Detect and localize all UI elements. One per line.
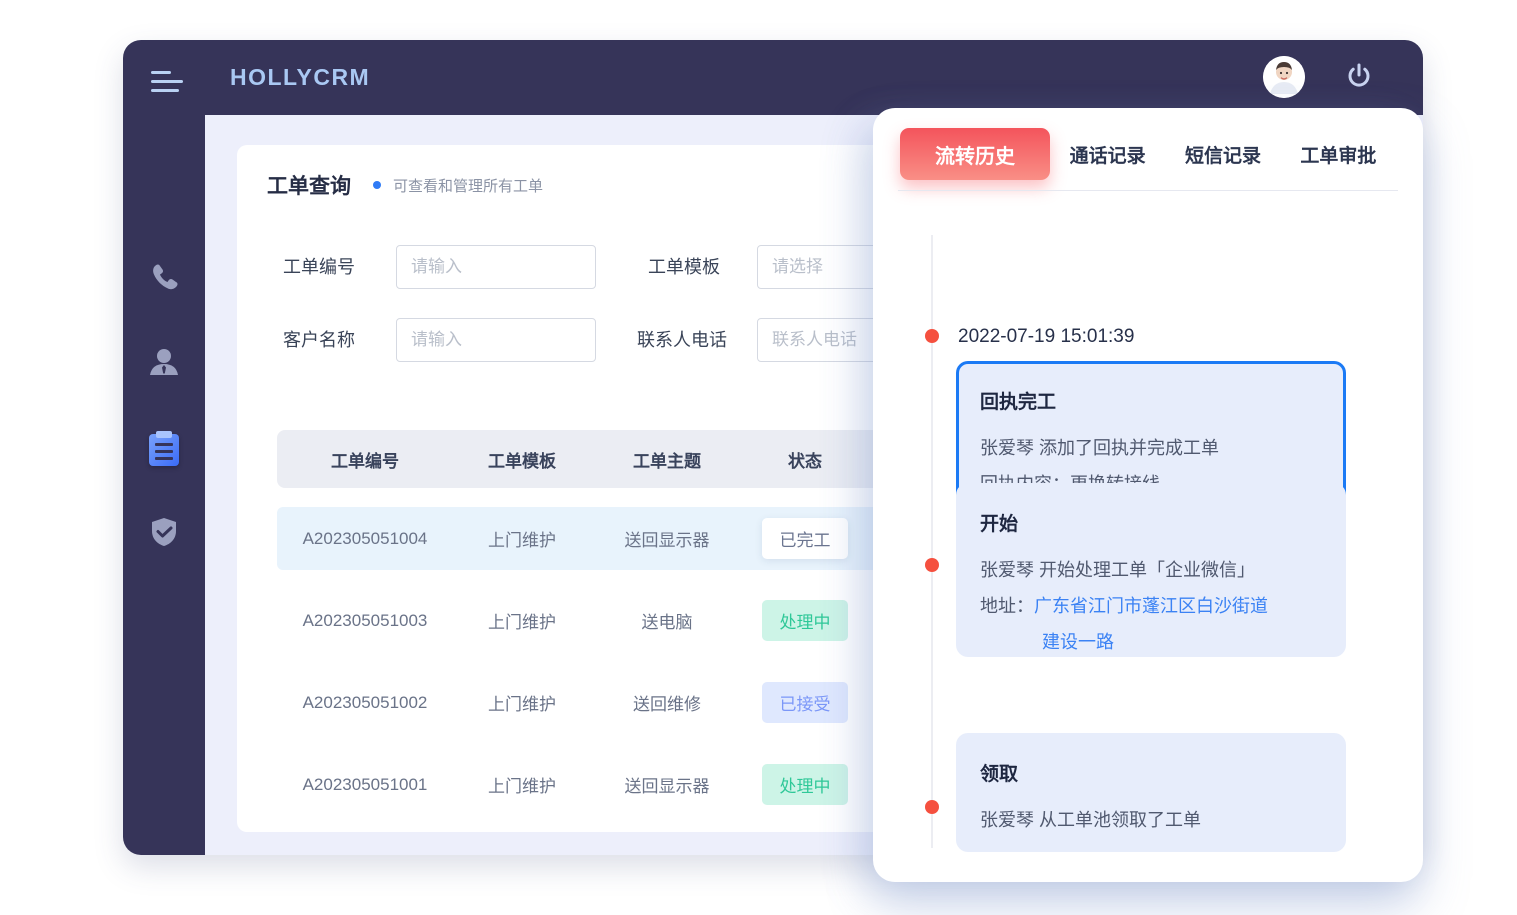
tabs-divider bbox=[898, 190, 1398, 191]
cell-template: 上门维护 bbox=[453, 690, 591, 715]
filter-label-order-id: 工单编号 bbox=[283, 245, 355, 289]
cell-template: 上门维护 bbox=[453, 772, 591, 797]
tab-call-records[interactable]: 通话记录 bbox=[1050, 141, 1165, 168]
filter-label-customer: 客户名称 bbox=[283, 318, 355, 362]
timeline-card-start[interactable]: 开始 张爱琴 开始处理工单「企业微信」 地址：广东省江门市蓬江区白沙街道建设一路 bbox=[956, 483, 1346, 657]
col-header-order-id: 工单编号 bbox=[277, 447, 453, 472]
timeline-dot bbox=[925, 329, 939, 343]
sidebar-item-security[interactable] bbox=[147, 515, 181, 549]
cell-order-id: A202305051004 bbox=[277, 529, 453, 549]
topbar: HOLLYCRM bbox=[123, 40, 1423, 115]
cell-subject: 送回维修 bbox=[591, 690, 743, 715]
status-badge: 已完工 bbox=[762, 518, 848, 559]
timeline-dot bbox=[925, 800, 939, 814]
cell-order-id: A202305051001 bbox=[277, 775, 453, 795]
panel-tabs: 流转历史 通话记录 短信记录 工单审批 bbox=[900, 128, 1396, 180]
timeline-card-claimed[interactable]: 领取 张爱琴 从工单池领取了工单 bbox=[956, 733, 1346, 852]
status-badge: 处理中 bbox=[762, 600, 848, 641]
cell-subject: 送电脑 bbox=[591, 608, 743, 633]
col-header-template: 工单模板 bbox=[453, 447, 591, 472]
sidebar bbox=[123, 115, 205, 855]
address-label: 地址： bbox=[980, 596, 1034, 616]
cell-order-id: A202305051003 bbox=[277, 611, 453, 631]
sidebar-item-phone[interactable] bbox=[147, 261, 181, 295]
power-logout-icon[interactable] bbox=[1345, 62, 1373, 90]
timeline-card-line: 张爱琴 从工单池领取了工单 bbox=[980, 802, 1322, 838]
order-id-input[interactable] bbox=[396, 245, 596, 289]
user-avatar[interactable] bbox=[1263, 56, 1305, 98]
cell-subject: 送回显示器 bbox=[591, 772, 743, 797]
customer-name-input[interactable] bbox=[396, 318, 596, 362]
timeline-timestamp: 2022-07-19 15:01:39 bbox=[958, 326, 1134, 348]
tab-order-approval[interactable]: 工单审批 bbox=[1281, 141, 1396, 168]
cell-subject: 送回显示器 bbox=[591, 526, 743, 551]
status-badge: 已接受 bbox=[762, 682, 848, 723]
timeline-line bbox=[931, 235, 933, 848]
cell-template: 上门维护 bbox=[453, 608, 591, 633]
hamburger-menu-icon[interactable] bbox=[151, 71, 185, 96]
subtitle-dot bbox=[373, 181, 381, 189]
filter-label-contact-phone: 联系人电话 bbox=[637, 318, 727, 362]
cell-template: 上门维护 bbox=[453, 526, 591, 551]
col-header-subject: 工单主题 bbox=[591, 447, 743, 472]
timeline-dot bbox=[925, 558, 939, 572]
page-subtitle: 可查看和管理所有工单 bbox=[393, 175, 543, 196]
status-badge: 处理中 bbox=[762, 764, 848, 805]
screenshot-stage: HOLLYCRM bbox=[0, 0, 1517, 915]
filter-label-template: 工单模板 bbox=[648, 245, 720, 289]
work-order-icon bbox=[149, 434, 179, 466]
tab-sms-records[interactable]: 短信记录 bbox=[1165, 141, 1280, 168]
address-link[interactable]: 广东省江门市蓬江区白沙街道建设一路 bbox=[1034, 596, 1268, 652]
page-title: 工单查询 bbox=[267, 170, 351, 200]
sidebar-item-work-orders[interactable] bbox=[147, 433, 181, 467]
timeline-card-line: 张爱琴 开始处理工单「企业微信」 bbox=[980, 552, 1322, 588]
history-detail-panel: 流转历史 通话记录 短信记录 工单审批 2022-07-19 15:01:39 … bbox=[873, 108, 1423, 882]
timeline-card-title: 回执完工 bbox=[980, 387, 1322, 414]
tab-transfer-history[interactable]: 流转历史 bbox=[900, 128, 1050, 180]
brand-logo: HOLLYCRM bbox=[230, 64, 370, 91]
sidebar-item-contacts[interactable] bbox=[147, 345, 181, 379]
timeline-card-address: 地址：广东省江门市蓬江区白沙街道建设一路 bbox=[980, 588, 1322, 660]
cell-order-id: A202305051002 bbox=[277, 693, 453, 713]
timeline-card-title: 开始 bbox=[980, 509, 1322, 536]
timeline-card-line: 张爱琴 添加了回执并完成工单 bbox=[980, 430, 1322, 466]
timeline-card-title: 领取 bbox=[980, 759, 1322, 786]
col-header-status: 状态 bbox=[743, 447, 867, 472]
